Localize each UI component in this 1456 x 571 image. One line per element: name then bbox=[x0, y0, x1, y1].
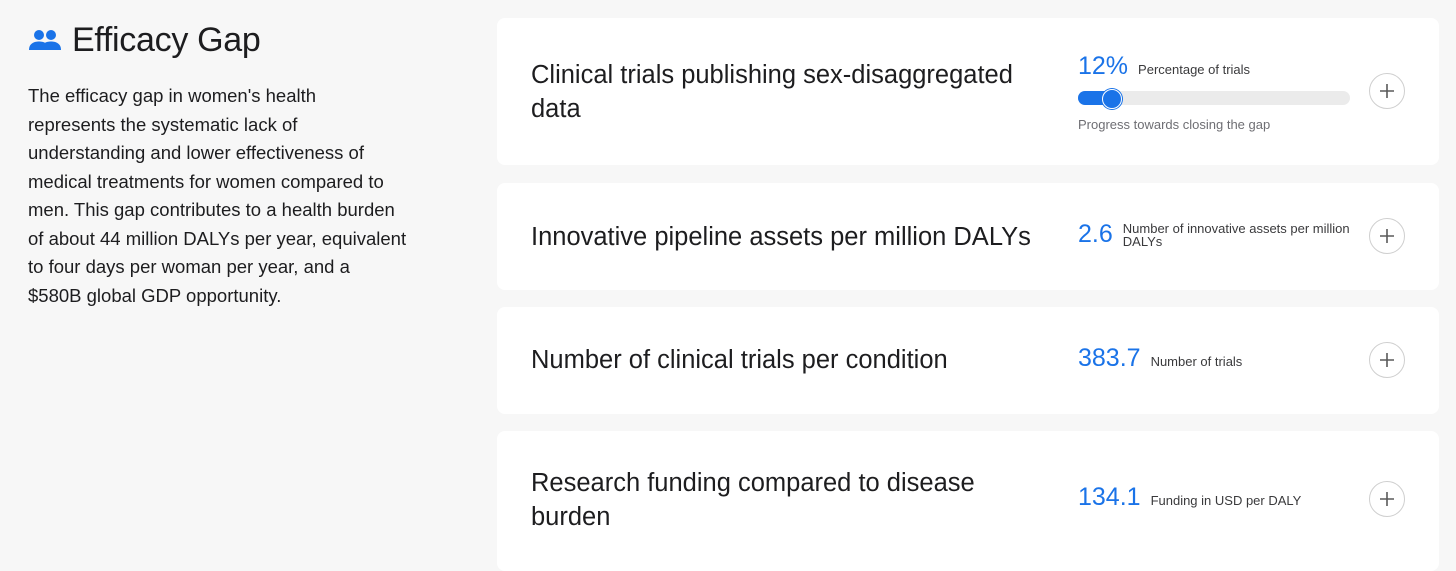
expand-button[interactable] bbox=[1369, 342, 1405, 378]
plus-icon bbox=[1380, 84, 1394, 98]
metric-label: Percentage of trials bbox=[1138, 62, 1251, 77]
metric-readout: 134.1 Funding in USD per DALY bbox=[1078, 483, 1301, 512]
expand-button[interactable] bbox=[1369, 73, 1405, 109]
metric-label: Funding in USD per DALY bbox=[1150, 493, 1302, 508]
metric-card-trials-per-condition[interactable]: Number of clinical trials per condition … bbox=[497, 307, 1439, 414]
metric-readout: 383.7 Number of trials bbox=[1078, 344, 1242, 373]
metric-label: Number of innovative assets per million … bbox=[1122, 220, 1350, 249]
progress-knob bbox=[1101, 89, 1122, 109]
metric-title: Clinical trials publishing sex-disaggreg… bbox=[531, 61, 1013, 123]
section-intro: Efficacy Gap The efficacy gap in women's… bbox=[28, 18, 408, 310]
metric-card-pipeline-assets[interactable]: Innovative pipeline assets per million D… bbox=[497, 183, 1439, 290]
metric-value: 12% bbox=[1078, 52, 1129, 80]
metric-readout: 2.6 Number of innovative assets per mill… bbox=[1078, 220, 1353, 249]
metric-title: Innovative pipeline assets per million D… bbox=[531, 223, 1031, 251]
metric-value: 383.7 bbox=[1078, 344, 1141, 372]
metric-label: Number of trials bbox=[1150, 354, 1243, 369]
section-heading: Efficacy Gap bbox=[28, 18, 408, 62]
progress-caption: Progress towards closing the gap bbox=[1078, 117, 1271, 132]
metric-value: 2.6 bbox=[1078, 220, 1113, 248]
metric-title: Research funding compared to disease bur… bbox=[531, 469, 975, 531]
expand-button[interactable] bbox=[1369, 218, 1405, 254]
metric-value: 134.1 bbox=[1078, 483, 1141, 511]
metric-title: Number of clinical trials per condition bbox=[531, 346, 948, 374]
metric-readout: 12% Percentage of trials bbox=[1078, 52, 1250, 81]
plus-icon bbox=[1380, 353, 1394, 367]
metric-card-research-funding[interactable]: Research funding compared to disease bur… bbox=[497, 431, 1439, 571]
expand-button[interactable] bbox=[1369, 481, 1405, 517]
plus-icon bbox=[1380, 229, 1394, 243]
metric-card-sex-disaggregated-data[interactable]: Clinical trials publishing sex-disaggreg… bbox=[497, 18, 1439, 165]
people-icon bbox=[28, 26, 64, 54]
section-description: The efficacy gap in women's health repre… bbox=[28, 85, 407, 306]
plus-icon bbox=[1380, 492, 1394, 506]
section-title: Efficacy Gap bbox=[72, 20, 261, 59]
progress-bar bbox=[1078, 89, 1350, 109]
